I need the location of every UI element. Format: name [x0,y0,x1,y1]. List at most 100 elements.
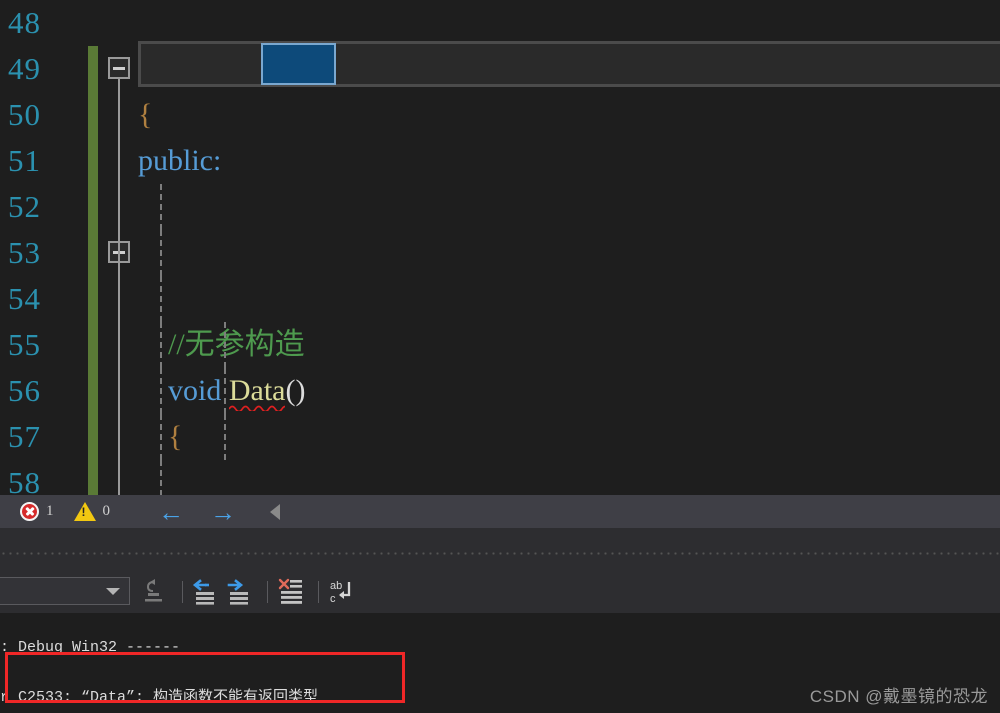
code-line-row[interactable]: 48 [0,0,1000,46]
indent-guide [224,414,226,460]
fold-guide-line [118,138,120,184]
warning-count-label: 0 [102,503,111,519]
indent-guide [160,276,162,322]
code-text: { [138,98,153,131]
code-text-cell[interactable]: this->_day = 1; [138,414,1000,460]
fold-column[interactable] [98,414,138,460]
indent-guide [160,414,162,460]
output-source-select[interactable] [0,577,130,605]
clear-all-icon [278,578,302,604]
code-text-cell[interactable] [138,0,1000,46]
fold-column[interactable] [98,230,138,276]
code-line-row[interactable]: 57 this->_day = 1; [0,414,1000,460]
change-margin [88,276,98,322]
fold-column[interactable] [98,46,138,92]
code-text-cell[interactable]: } [138,460,1000,495]
code-line-row[interactable]: 58 } [0,460,1000,495]
line-number: 50 [8,97,41,132]
fold-column[interactable] [98,0,138,46]
indent-guide [160,322,162,368]
fold-collapse-icon[interactable] [108,57,130,79]
arrow-left-message-icon [192,579,214,605]
change-margin [88,368,98,414]
warning-triangle-icon [73,502,96,521]
code-text: class Data [138,46,1000,92]
fold-column[interactable] [98,276,138,322]
change-margin [88,184,98,230]
fold-column[interactable] [98,184,138,230]
previous-error-arrow-icon[interactable]: ← [158,499,184,525]
go-to-previous-message-button[interactable] [191,577,225,607]
panel-splitter[interactable] [0,527,1000,571]
line-number: 54 [8,281,41,316]
fold-column[interactable] [98,138,138,184]
collapse-left-icon[interactable] [270,503,280,520]
toggle-word-wrap-button[interactable]: ab c [327,577,361,607]
error-count-label: 1 [46,503,54,519]
code-line-row[interactable]: 55 this->_year = 1; [0,322,1000,368]
code-editor-pane[interactable]: 48 49 class Data 50 {51 public: 52 //无参… [0,0,1000,495]
code-line-row[interactable]: 50 { [0,92,1000,138]
fold-guide-line [118,263,120,276]
find-message-button[interactable] [140,577,174,607]
toolbar-separator [182,581,183,603]
fold-guide-line [118,414,120,460]
code-lines-container: 48 49 class Data 50 {51 public: 52 //无参… [0,0,1000,495]
code-text-cell[interactable]: public: [138,138,1000,184]
fold-column[interactable] [98,368,138,414]
change-margin [88,230,98,276]
output-error-message: C2533: “Data”: 构造函数不能有返回类型 [18,689,319,706]
code-text-cell[interactable]: class Data [138,46,1000,92]
code-text-cell[interactable]: this->_year = 1; [138,322,1000,368]
fold-guide-line [118,230,120,265]
arrow-right-message-icon [227,579,248,605]
go-to-next-message-button[interactable] [225,577,259,607]
code-line-row[interactable]: 52 //无参构造 [0,184,1000,361]
indent-guide [160,368,162,414]
change-margin [88,92,98,138]
line-number: 55 [8,327,41,362]
line-number: 58 [8,465,41,495]
csdn-watermark: CSDN @戴墨镜的恐龙 [809,687,988,706]
fold-guide-line [118,322,120,368]
change-margin [88,46,98,92]
fold-guide-line [118,92,120,138]
code-line-row[interactable]: 49 class Data [0,46,1000,92]
token-type-selected[interactable]: Data [204,52,261,85]
code-line-row[interactable]: 54 { [0,276,1000,453]
indent-guide [224,368,226,414]
code-text-cell[interactable]: { [138,276,1000,453]
chevron-down-icon [106,587,120,595]
output-line-prefix: r [0,689,19,706]
code-text-cell[interactable]: void Data() [138,230,1000,411]
toolbar-separator [267,581,268,603]
splitter-grip-dots[interactable] [0,550,1000,558]
warning-count-group[interactable]: 0 [73,502,111,521]
change-margin [88,322,98,368]
code-line-row[interactable]: 53 void Data() [0,230,1000,411]
svg-text:c: c [330,593,336,605]
code-text-cell[interactable]: { [138,92,1000,138]
output-toolbar-buttons[interactable]: ab c [140,577,361,607]
fold-column[interactable] [98,460,138,495]
code-line-row[interactable]: 51 public: [0,138,1000,184]
next-error-arrow-icon[interactable]: → [210,499,236,525]
line-number: 56 [8,373,41,408]
fold-guide-line [118,276,120,322]
error-navigation-bar[interactable]: 1 0 ← → [0,495,1000,527]
line-number: 51 [8,143,41,178]
fold-column[interactable] [98,322,138,368]
change-margin [88,138,98,184]
error-count-group[interactable]: 1 [20,502,54,521]
indent-guide [160,460,162,495]
visual-studio-window: 48 49 class Data 50 {51 public: 52 //无参… [0,0,1000,713]
line-number: 53 [8,235,41,270]
line-number: 48 [8,5,41,40]
fold-column[interactable] [98,92,138,138]
toolbar-separator [318,581,319,603]
clear-all-button[interactable] [276,577,310,607]
code-text-cell[interactable]: this->_month = 1; [138,368,1000,414]
code-line-row[interactable]: 56 this->_month = 1; [0,368,1000,414]
indent-guide [160,230,162,276]
code-text-cell[interactable]: //无参构造 [138,184,1000,361]
